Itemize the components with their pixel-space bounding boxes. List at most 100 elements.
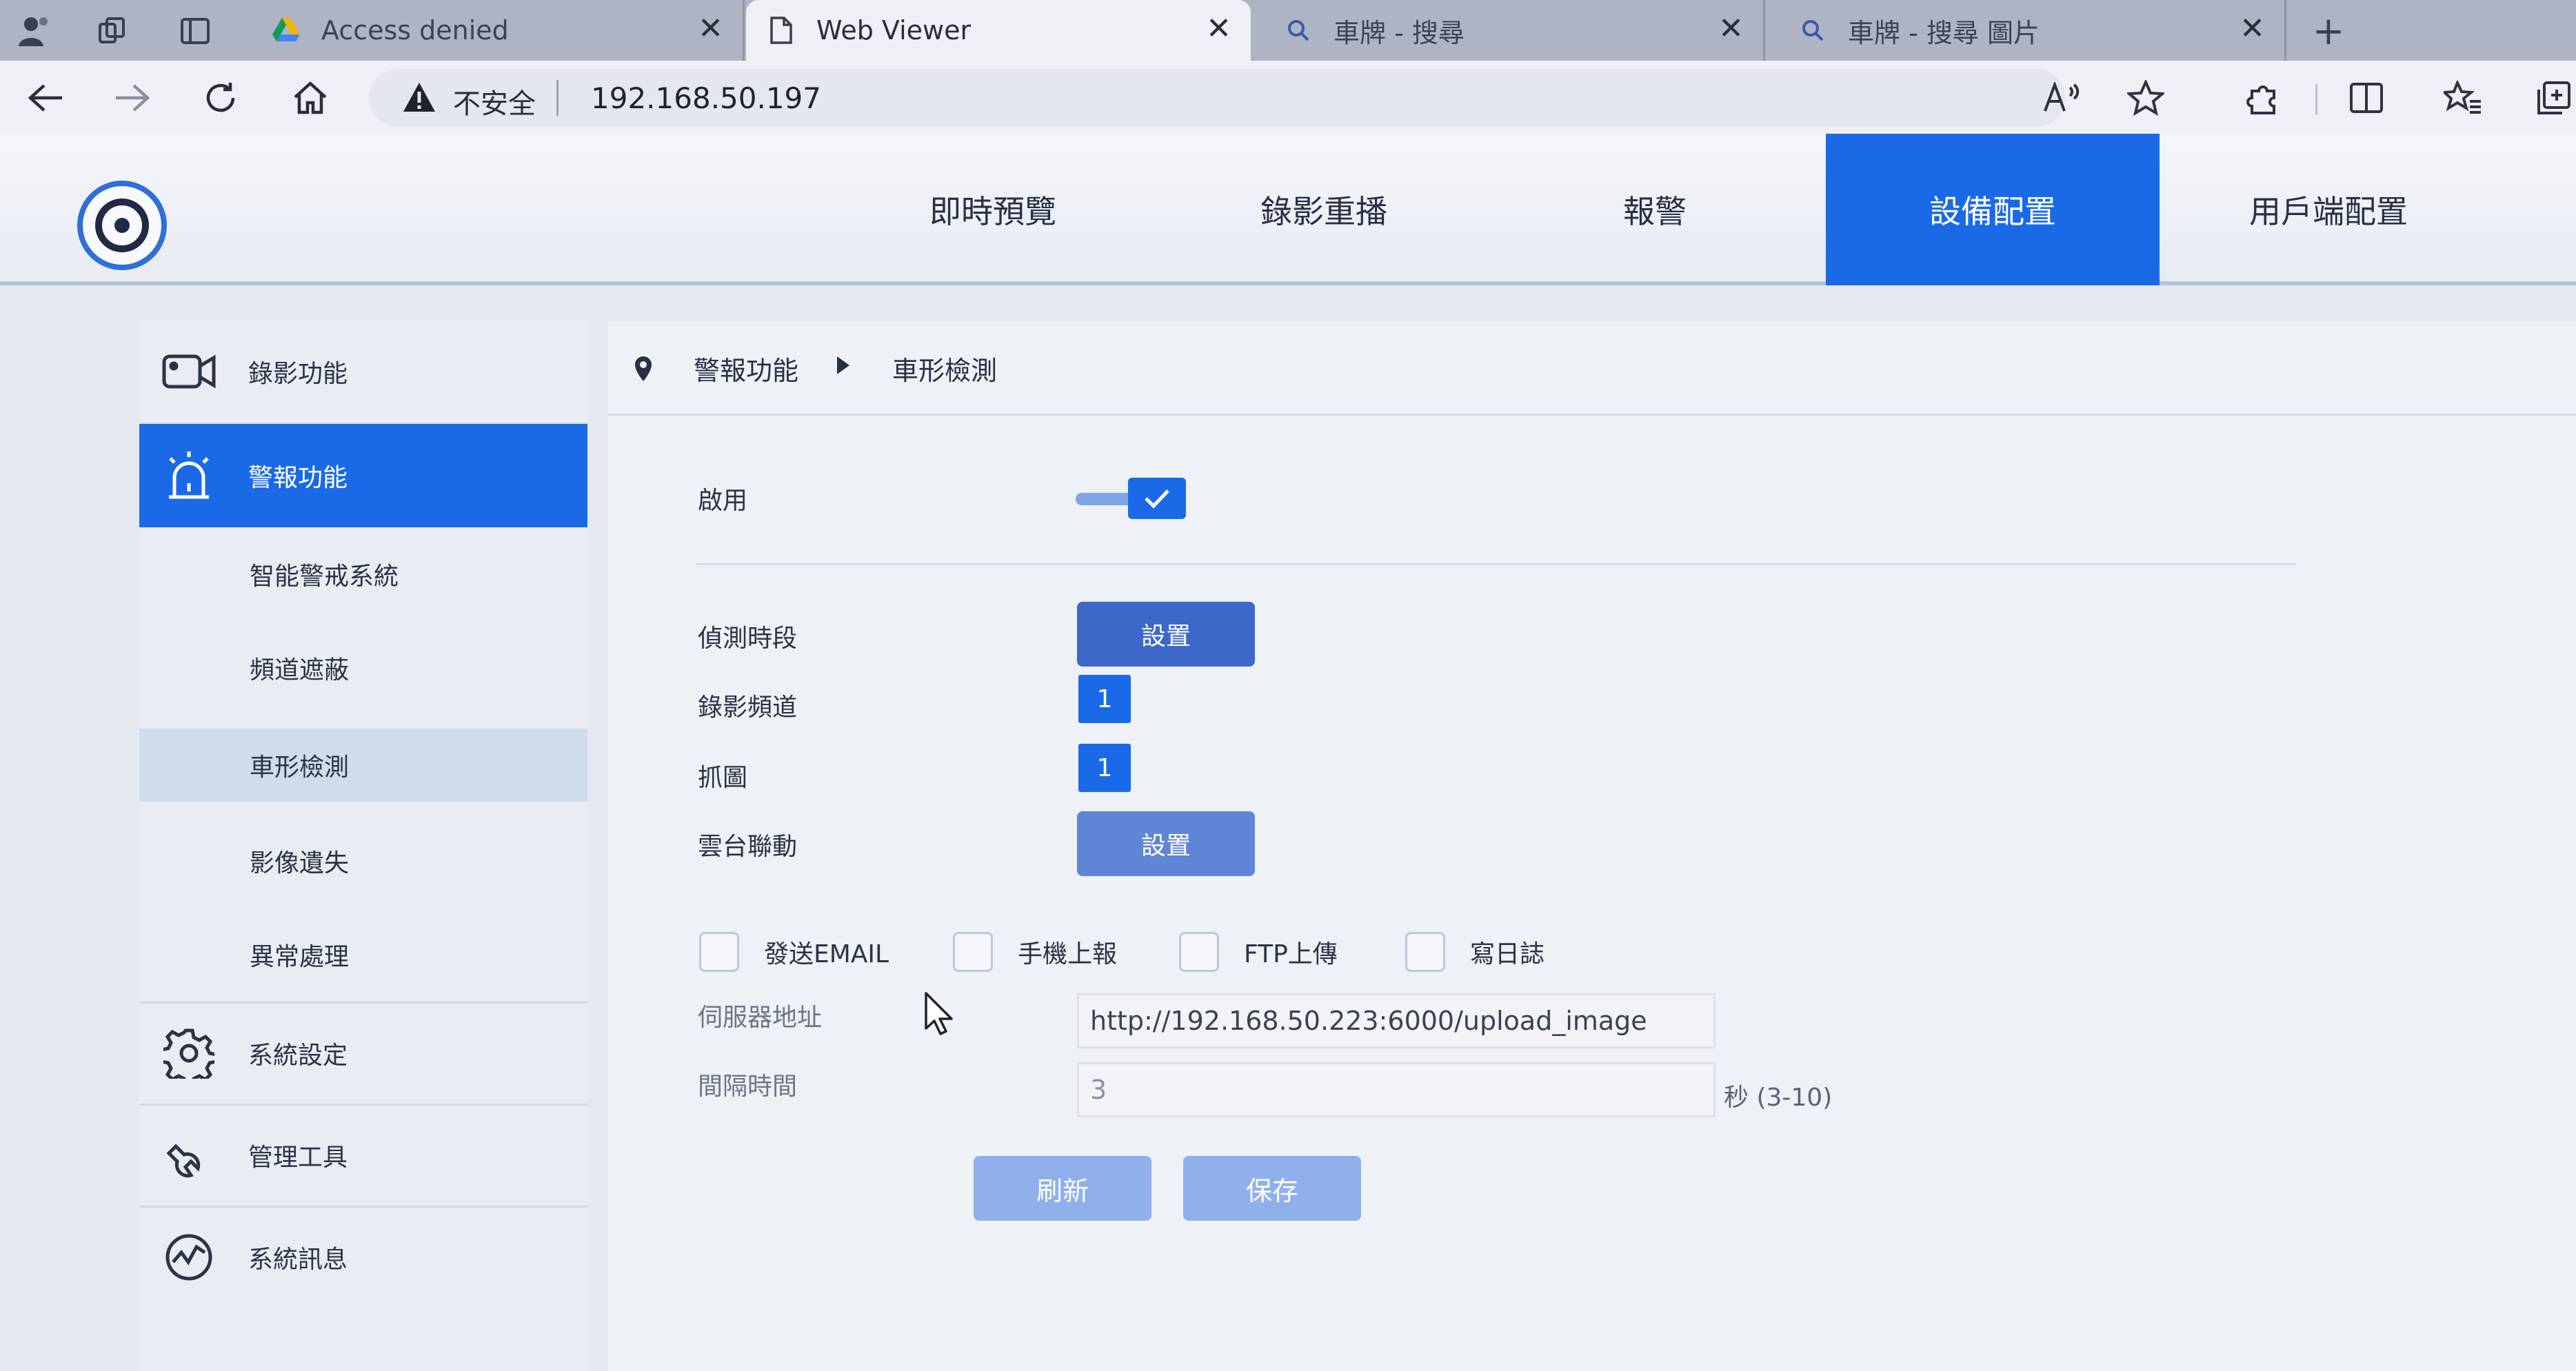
ptz-set-button[interactable]: 設置 (1077, 811, 1255, 876)
sidebar-item-recording[interactable]: 錄影功能 (139, 321, 587, 423)
toolbar-divider (2315, 84, 2317, 114)
ptz-label: 雲台聯動 (698, 833, 798, 861)
nav-device-config[interactable]: 設備配置 (1826, 134, 2160, 285)
close-tab-icon[interactable]: ✕ (1206, 11, 1231, 46)
warning-icon[interactable] (402, 81, 436, 116)
search-icon (1797, 14, 1829, 46)
collections-icon[interactable] (2532, 76, 2576, 120)
reload-icon[interactable] (199, 76, 243, 120)
sidebar-item-label: 影像遺失 (250, 849, 350, 877)
tab-web-viewer[interactable]: Web Viewer ✕ (746, 0, 1251, 61)
url-text[interactable]: 192.168.50.197 (591, 81, 821, 115)
sidebar-item-system-settings[interactable]: 系統設定 (139, 1003, 587, 1104)
sidebar-item-admin-tools[interactable]: 管理工具 (139, 1105, 587, 1206)
home-icon[interactable] (288, 76, 332, 120)
ftp-upload-checkbox[interactable] (1179, 932, 1219, 972)
send-email-checkbox[interactable] (699, 932, 739, 972)
sidebar-item-smart-alert[interactable]: 智能警戒系統 (139, 527, 587, 621)
snapshot-label: 抓圖 (698, 764, 748, 792)
nav-playback[interactable]: 錄影重播 (1214, 134, 1434, 285)
mouse-cursor-icon (924, 991, 958, 1039)
divider (696, 563, 2296, 565)
save-button[interactable]: 保存 (1183, 1156, 1361, 1221)
sidebar-item-label: 智能警戒系統 (250, 562, 399, 591)
tab-access-denied[interactable]: Access denied ✕ (270, 0, 745, 61)
omnibox[interactable]: 不安全 192.168.50.197 (369, 69, 2065, 127)
wrench-icon (160, 1126, 218, 1184)
nav-alarm[interactable]: 報警 (1572, 134, 1738, 285)
schedule-label: 偵測時段 (698, 624, 798, 653)
sidebar-item-label: 異常處理 (250, 943, 350, 971)
forward-icon[interactable] (110, 76, 154, 120)
main-content: 警報功能 車形檢測 啟用 偵測時段 設置 錄影頻道 1 抓圖 1 雲台聯動 設置… (608, 321, 2576, 1371)
divider (556, 80, 559, 116)
gear-icon (160, 1024, 218, 1082)
sidebar-item-label: 管理工具 (248, 1144, 348, 1172)
check-icon (1128, 478, 1186, 519)
interval-unit: 秒 (3-10) (1724, 1084, 1833, 1112)
insecure-label[interactable]: 不安全 (453, 81, 536, 121)
enable-toggle[interactable] (1076, 478, 1186, 519)
workspaces-icon[interactable] (94, 12, 131, 50)
profile-icon[interactable] (15, 12, 52, 50)
send-email-option[interactable]: 發送EMAIL (699, 927, 889, 977)
write-log-label: 寫日誌 (1470, 940, 1545, 968)
tab-title: Access denied (321, 15, 509, 45)
close-tab-icon[interactable]: ✕ (2240, 11, 2265, 46)
sidebar-item-label: 錄影功能 (248, 360, 348, 388)
nav-live-preview[interactable]: 即時預覽 (883, 134, 1103, 285)
breadcrumb: 警報功能 車形檢測 (608, 321, 2576, 416)
interval-input[interactable]: 3 (1077, 1062, 1715, 1117)
write-log-option[interactable]: 寫日誌 (1405, 927, 1544, 977)
tab-title: 車牌 - 搜尋 (1334, 17, 1465, 48)
mobile-report-checkbox[interactable] (953, 932, 993, 972)
sidebar-item-channel-mask[interactable]: 頻道遮蔽 (139, 621, 587, 715)
mobile-report-option[interactable]: 手機上報 (953, 927, 1117, 977)
server-address-label: 伺服器地址 (698, 1004, 823, 1032)
sidebar-item-alarm[interactable]: 警報功能 (139, 424, 587, 527)
page-icon (765, 14, 797, 46)
address-bar-row: 不安全 192.168.50.197 (0, 61, 2576, 134)
schedule-set-button[interactable]: 設置 (1077, 602, 1255, 667)
browser-tab-strip: Access denied ✕ Web Viewer ✕ 車牌 - 搜尋 ✕ 車… (0, 0, 2576, 61)
mobile-report-label: 手機上報 (1018, 940, 1118, 968)
close-tab-icon[interactable]: ✕ (1718, 11, 1744, 46)
ftp-upload-label: FTP上傳 (1244, 940, 1338, 968)
tab-search-plate-images[interactable]: 車牌 - 搜尋 圖片 ✕ (1769, 0, 2286, 61)
close-tab-icon[interactable]: ✕ (698, 11, 723, 46)
record-channel-chip[interactable]: 1 (1078, 675, 1131, 723)
write-log-checkbox[interactable] (1405, 932, 1445, 972)
back-icon[interactable] (23, 76, 68, 120)
server-address-input[interactable]: http://192.168.50.223:6000/upload_image (1077, 993, 1715, 1048)
new-tab-icon[interactable]: + (2310, 9, 2347, 54)
sidebar: 錄影功能 警報功能 智能警戒系統 頻道遮蔽 車形檢測 影像遺失 異常處理 系統設… (139, 321, 587, 1371)
drive-icon (270, 14, 302, 46)
tab-title: 車牌 - 搜尋 圖片 (1848, 17, 2040, 48)
sidebar-item-label: 系統設定 (248, 1042, 348, 1070)
read-aloud-icon[interactable] (2040, 76, 2084, 120)
sidebar-item-exception[interactable]: 異常處理 (139, 908, 587, 1002)
sidebar-item-system-info[interactable]: 系統訊息 (139, 1207, 587, 1308)
tab-search-plate[interactable]: 車牌 - 搜尋 ✕ (1255, 0, 1765, 61)
split-screen-icon[interactable] (2344, 76, 2388, 120)
breadcrumb-parent[interactable]: 警報功能 (694, 349, 798, 387)
video-camera-icon (160, 343, 218, 400)
tab-actions-icon[interactable] (177, 12, 214, 50)
enable-label: 啟用 (698, 487, 748, 515)
send-email-label: 發送EMAIL (764, 940, 889, 968)
snapshot-chip[interactable]: 1 (1078, 744, 1131, 792)
sidebar-item-video-loss[interactable]: 影像遺失 (139, 814, 587, 908)
favorite-star-icon[interactable] (2124, 76, 2168, 120)
sidebar-item-label: 頻道遮蔽 (250, 656, 350, 684)
sidebar-item-vehicle-detection[interactable]: 車形檢測 (139, 729, 587, 802)
favorites-icon[interactable] (2441, 76, 2485, 120)
nav-client-config[interactable]: 用戶端配置 (2160, 134, 2497, 285)
alarm-icon (160, 447, 218, 505)
extensions-icon[interactable] (2241, 76, 2285, 120)
record-channel-label: 錄影頻道 (698, 693, 798, 722)
ftp-upload-option[interactable]: FTP上傳 (1179, 927, 1338, 977)
search-icon (1282, 14, 1314, 46)
tab-title: Web Viewer (816, 15, 972, 45)
refresh-button[interactable]: 刷新 (974, 1156, 1151, 1221)
system-info-icon (160, 1228, 218, 1286)
